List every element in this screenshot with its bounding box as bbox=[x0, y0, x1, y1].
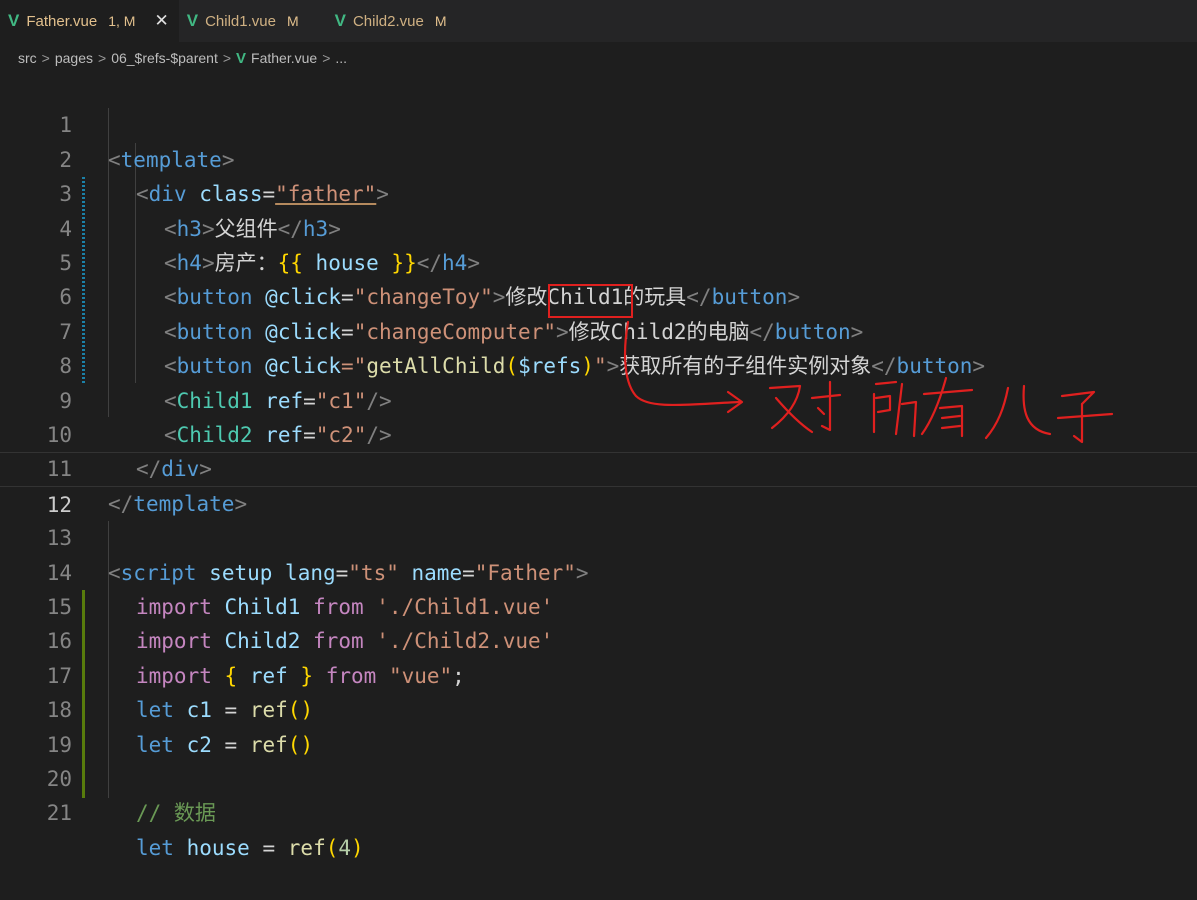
arrow-line bbox=[623, 320, 742, 407]
char-stroke bbox=[922, 388, 974, 396]
char-stroke bbox=[938, 404, 964, 438]
char-stroke bbox=[894, 382, 904, 436]
handwritten-annotation bbox=[623, 320, 1114, 444]
char-stroke bbox=[1056, 412, 1114, 420]
char-stroke bbox=[816, 406, 826, 416]
char-stroke bbox=[900, 400, 918, 438]
line-number: 21 bbox=[46, 801, 72, 826]
char-stroke bbox=[1072, 402, 1084, 444]
char-stroke bbox=[820, 380, 832, 432]
char-stroke bbox=[984, 386, 1010, 440]
char-stroke bbox=[940, 424, 962, 430]
char-stroke bbox=[874, 394, 892, 414]
code-text: let house = ref(4) bbox=[136, 835, 364, 860]
char-stroke bbox=[940, 414, 962, 420]
char-stroke bbox=[920, 376, 948, 436]
char-stroke bbox=[874, 380, 898, 386]
char-stroke bbox=[1022, 384, 1052, 436]
code-text: // 数据 bbox=[136, 801, 216, 826]
char-stroke bbox=[810, 393, 842, 400]
char-stroke bbox=[1060, 390, 1096, 406]
